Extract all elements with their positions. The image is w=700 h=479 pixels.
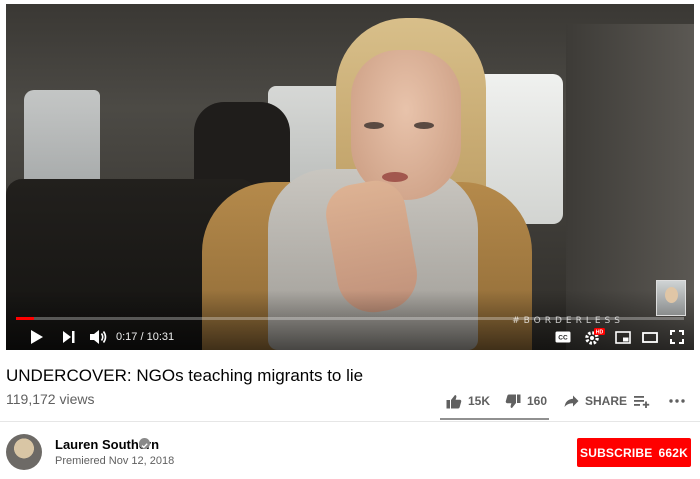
time-total: 10:31 (146, 331, 175, 343)
publish-date: Premiered Nov 12, 2018 (55, 455, 175, 467)
channel-watermark-thumbnail[interactable] (656, 280, 686, 316)
hd-badge: HD (596, 330, 604, 336)
theater-mode-button[interactable] (639, 327, 661, 347)
progress-bar[interactable] (16, 317, 684, 320)
channel-avatar[interactable] (6, 434, 42, 470)
more-actions-button[interactable] (669, 392, 685, 410)
video-title: UNDERCOVER: NGOs teaching migrants to li… (6, 366, 364, 385)
video-player[interactable]: #BORDERLESS 0:17 / 10:31 CC HD (6, 4, 694, 350)
next-icon (63, 331, 75, 343)
section-divider (0, 421, 700, 422)
theater-icon (642, 331, 658, 343)
next-button[interactable] (58, 327, 80, 347)
share-label: SHARE (585, 394, 628, 408)
settings-button[interactable]: HD (582, 327, 606, 347)
play-button[interactable] (26, 327, 48, 347)
share-icon (564, 395, 579, 407)
settings-icon: HD (585, 328, 605, 345)
miniplayer-button[interactable] (612, 327, 634, 347)
volume-icon (90, 330, 107, 344)
subscribe-label: SUBSCRIBE (580, 445, 653, 460)
save-to-playlist-button[interactable] (634, 392, 650, 410)
player-controls: 0:17 / 10:31 CC HD (6, 324, 694, 350)
captions-icon: CC (555, 331, 571, 343)
verified-icon (139, 438, 150, 449)
progress-played (16, 317, 35, 320)
dislike-button[interactable]: 160 (505, 392, 547, 410)
dislike-count: 160 (527, 394, 548, 408)
share-button[interactable]: SHARE (564, 392, 627, 410)
time-current: 0:17 (116, 331, 138, 343)
subscriber-count: 662K (658, 445, 688, 460)
play-icon (31, 330, 43, 344)
subscribe-button[interactable]: SUBSCRIBE 662K (577, 438, 691, 467)
fullscreen-button[interactable] (666, 327, 688, 347)
time-separator: / (137, 331, 147, 343)
fullscreen-icon (670, 330, 684, 344)
more-icon (669, 399, 685, 403)
mute-button[interactable] (86, 327, 110, 347)
view-count: 119,172 views (6, 391, 95, 407)
add-to-playlist-icon (634, 395, 650, 408)
captions-label: CC (558, 335, 568, 342)
thumbs-down-icon (505, 394, 521, 408)
like-count: 15K (468, 394, 491, 408)
captions-button[interactable]: CC (551, 327, 575, 347)
like-button[interactable]: 15K (446, 392, 490, 410)
time-display: 0:17 / 10:31 (116, 328, 174, 346)
miniplayer-icon (615, 330, 631, 344)
sentiment-bar (440, 418, 549, 420)
thumbs-up-icon (446, 394, 462, 408)
